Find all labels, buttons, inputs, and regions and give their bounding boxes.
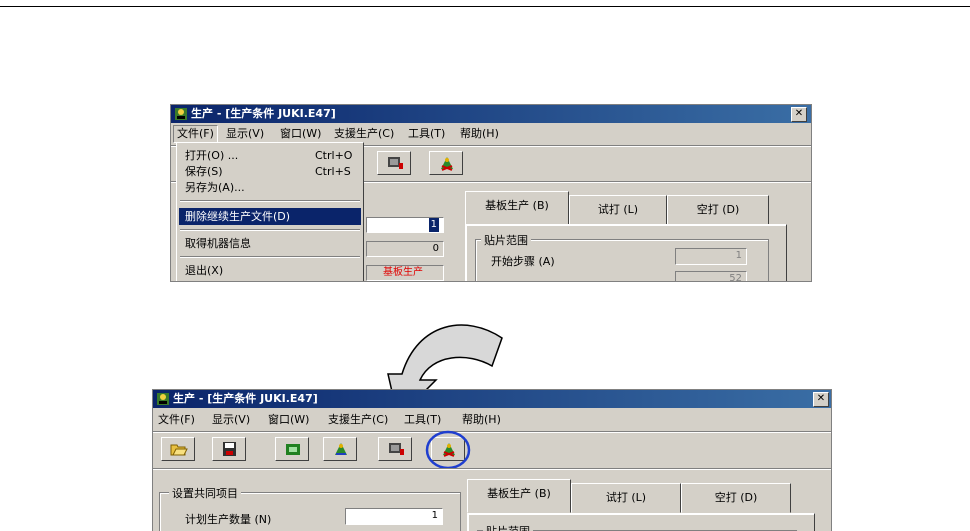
top-rule [0,6,970,7]
save-disk-icon [223,442,236,456]
tab-dry-run[interactable]: 空打 (D) [667,195,769,225]
menu-item-exit[interactable]: 退出(X) [179,262,361,279]
file-menu-dropdown: 打开(O) ... Ctrl+O 保存(S) Ctrl+S 另存为(A)... 删除… [176,142,364,281]
toolbar-divider [153,431,831,433]
highlight-circle [425,430,471,470]
app-icon [175,108,187,120]
menu-item-save-as[interactable]: 另存为(A)... [179,179,361,196]
board-button[interactable] [378,437,412,461]
open-folder-icon [170,444,188,456]
machine-button[interactable] [275,437,309,461]
menu-help[interactable]: 帮助(H) [457,125,502,143]
menu-help[interactable]: 帮助(H) [459,411,504,429]
plan-qty-label: 计划生产数量 (N) [185,513,272,526]
app-icon [157,393,169,405]
menu-item-label: 保存(S) [185,165,223,178]
production-icon [335,443,347,455]
menu-item-label: 退出(X) [185,264,224,277]
menu-separator [180,229,360,231]
title-bar[interactable]: 生产 - [生产条件 JUKI.E47] ✕ [171,105,811,123]
menu-separator [180,200,360,202]
close-button[interactable]: ✕ [813,392,829,407]
window-title: 生产 - [生产条件 JUKI.E47] [173,392,318,405]
menu-file[interactable]: 文件(F) [173,125,218,143]
menu-window[interactable]: 窗口(W) [277,125,324,143]
menu-file[interactable]: 文件(F) [155,411,198,429]
menu-support[interactable]: 支援生产(C) [325,411,391,429]
menu-item-label: 删除继续生产文件(D) [185,210,291,223]
menu-item-open[interactable]: 打开(O) ... Ctrl+O [179,147,361,164]
window-title: 生产 - [生产条件 JUKI.E47] [191,107,336,120]
menu-tools[interactable]: 工具(T) [401,411,444,429]
tab-trial[interactable]: 试打 (L) [571,483,681,513]
menu-item-label: 取得机器信息 [185,237,251,250]
close-button[interactable]: ✕ [791,107,807,122]
tab-dry-run[interactable]: 空打 (D) [681,483,791,513]
menu-tools[interactable]: 工具(T) [405,125,448,143]
menu-item-get-machine-info[interactable]: 取得机器信息 [179,235,361,252]
tab-board-production[interactable]: 基板生产 (B) [465,191,569,225]
plan-qty-field[interactable]: 1 [366,217,444,233]
plan-qty-value: 1 [428,218,439,232]
window-production-bottom: 生产 - [生产条件 JUKI.E47] ✕ 文件(F) 显示(V) 窗口(W)… [152,389,832,531]
menu-item-save[interactable]: 保存(S) Ctrl+S [179,163,361,180]
board-icon [388,157,403,169]
start-step-label: 开始步骤 (A) [491,255,555,268]
produced-qty-field: 0 [366,241,444,257]
machine-icon [286,444,300,455]
menu-item-label: 另存为(A)... [185,181,245,194]
board-button[interactable] [377,151,411,175]
toolbar-bottom-divider [153,468,831,470]
save-button[interactable] [212,437,246,461]
menu-item-shortcut: Ctrl+O [315,149,353,162]
menu-view[interactable]: 显示(V) [209,411,253,429]
placement-range-label: 贴片范围 [481,232,531,248]
start-step-field: 1 [675,248,747,265]
end-step-field: 52 [675,271,747,281]
title-bar[interactable]: 生产 - [生产条件 JUKI.E47] ✕ [153,390,831,408]
menu-support[interactable]: 支援生产(C) [331,125,397,143]
menu-item-label: 打开(O) ... [185,149,239,162]
tab-trial[interactable]: 试打 (L) [569,195,667,225]
menu-window[interactable]: 窗口(W) [265,411,312,429]
delete-production-icon [441,157,453,171]
open-button[interactable] [161,437,195,461]
common-settings-label: 设置共同项目 [169,485,241,501]
menu-bar: 文件(F) 显示(V) 窗口(W) 支援生产(C) 工具(T) 帮助(H) [171,125,811,143]
board-icon [389,443,404,455]
menu-bar: 文件(F) 显示(V) 窗口(W) 支援生产(C) 工具(T) 帮助(H) [153,411,831,429]
plan-qty-field[interactable]: 1 [345,508,443,525]
tab-board-production[interactable]: 基板生产 (B) [467,479,571,513]
menu-view[interactable]: 显示(V) [223,125,267,143]
delete-production-button[interactable] [429,151,463,175]
production-button[interactable] [323,437,357,461]
window-production-top: 生产 - [生产条件 JUKI.E47] ✕ 文件(F) 显示(V) 窗口(W)… [170,104,812,282]
menu-separator [180,256,360,258]
menu-item-shortcut: Ctrl+S [315,165,351,178]
mode-status-field: 基板生产 [366,265,444,281]
menu-item-delete-continue-file[interactable]: 删除继续生产文件(D) [179,208,361,225]
